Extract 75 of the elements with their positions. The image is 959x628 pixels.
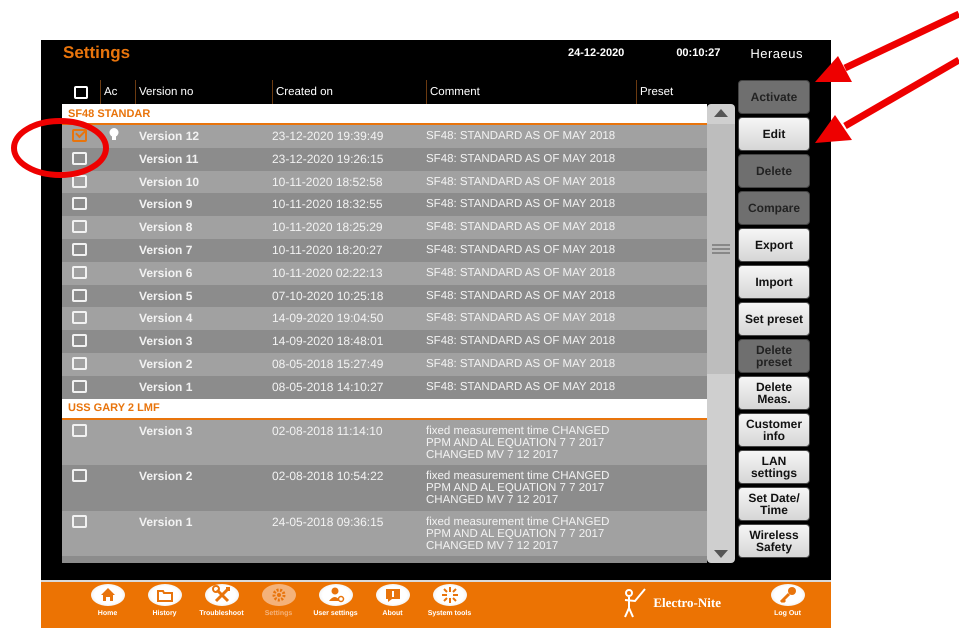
action-button[interactable]: Set Date/ Time: [738, 487, 810, 521]
comment-cell: SF48: STANDARD AS OF MAY 2018: [426, 380, 616, 393]
brand-logo: Heraeus: [750, 46, 803, 60]
date-cell: 24-05-2018 09:36:15: [272, 514, 384, 529]
version-cell: Version 11: [139, 152, 198, 166]
group-header: SF48 STANDAR: [62, 104, 707, 125]
version-cell: Version 9: [139, 197, 192, 212]
comment-cell: SF48: STANDARD AS OF MAY 2018: [426, 176, 616, 188]
action-button[interactable]: Customer info: [738, 413, 810, 447]
date-cell: 02-08-2018 11:14:10: [272, 424, 383, 438]
date-cell: 23-12-2020 19:26:15: [272, 152, 384, 166]
column-header[interactable]: Preset: [640, 86, 674, 98]
comment-cell: SF48: STANDARD AS OF MAY 2018: [426, 130, 616, 142]
date-cell: 02-08-2018 10:54:22: [272, 469, 384, 484]
version-cell: Version 1: [139, 380, 192, 394]
column-header[interactable]: Created on: [276, 86, 333, 98]
version-cell: Version 2: [139, 356, 192, 371]
version-cell: Version 5: [139, 288, 192, 303]
group-header: USS GARY 2 LMF: [62, 398, 707, 420]
action-button[interactable]: Edit: [738, 117, 810, 151]
version-cell: Version 6: [139, 266, 192, 280]
date-cell: 10-11-2020 18:32:55: [272, 197, 383, 212]
comment-cell: fixed measurement time CHANGED PPM AND AL EQUATION 7 7 2017 CHANGED MV 7 12 2017: [426, 516, 610, 552]
version-row[interactable]: Version 6 10-11-2020 02:22:13 SF48: STANDARD AS OF MAY 2018: [62, 262, 707, 285]
comment-cell: SF48: STANDARD AS OF MAY 2018: [426, 290, 616, 302]
version-cell: Version 8: [139, 220, 192, 234]
version-cell: Version 2: [139, 469, 192, 484]
version-cell: Version 4: [139, 311, 192, 326]
date-cell: 08-05-2018 14:10:27: [272, 380, 384, 394]
version-cell: Version 1: [139, 514, 192, 529]
date-text: 24-12-2020: [568, 47, 624, 59]
date-cell: 14-09-2020 19:04:50: [272, 311, 384, 326]
version-row[interactable]: Version 8 10-11-2020 18:25:29 SF48: STANDARD AS OF MAY 2018: [62, 216, 707, 239]
date-cell: 10-11-2020 18:20:27: [272, 242, 383, 257]
column-header[interactable]: Version no: [139, 86, 194, 98]
comment-cell: SF48: STANDARD AS OF MAY 2018: [426, 266, 616, 279]
version-row[interactable]: Version 5 07-10-2020 10:25:18 SF48: STANDARD AS OF MAY 2018: [62, 284, 707, 308]
comment-cell: fixed measurement time CHANGED PPM AND AL EQUATION 7 7 2017 CHANGED MV 7 12 2017: [426, 424, 610, 461]
date-cell: 07-10-2020 10:25:18: [272, 288, 384, 303]
comment-cell: fixed measurement time CHANGED PPM AND AL EQUATION 7 7 2017 CHANGED MV 7 12 2017: [426, 470, 610, 506]
version-cell: Version 3: [139, 334, 192, 348]
action-button[interactable]: LAN settings: [738, 450, 810, 484]
action-button[interactable]: Export: [738, 228, 810, 262]
version-row[interactable]: Version 2 08-05-2018 15:27:49 SF48: STANDARD AS OF MAY 2018: [62, 352, 707, 376]
version-row[interactable]: Version 1 24-05-2018 09:36:15 fixed measurement time CHANGED PPM AND AL EQUATION 7 7 2017 CHANGED MV 7 12 2017: [62, 510, 707, 556]
date-cell: 10-11-2020 02:22:13: [272, 266, 383, 280]
comment-cell: SF48: STANDARD AS OF MAY 2018: [426, 335, 616, 348]
column-header[interactable]: Comment: [430, 86, 480, 98]
action-button[interactable]: Delete Meas.: [738, 376, 810, 410]
version-row[interactable]: Version 12 23-12-2020 19:39:49 SF48: STANDARD AS OF MAY 2018: [62, 125, 707, 148]
action-button[interactable]: Set preset: [738, 302, 810, 336]
comment-cell: SF48: STANDARD AS OF MAY 2018: [426, 244, 616, 256]
comment-cell: SF48: STANDARD AS OF MAY 2018: [426, 198, 616, 210]
version-row[interactable]: Version 10 10-11-2020 18:52:58 SF48: STANDARD AS OF MAY 2018: [62, 170, 707, 194]
action-button[interactable]: Wireless Safety: [738, 524, 810, 558]
time-text: 00:10:27: [676, 47, 720, 59]
page-title: Settings: [63, 43, 132, 63]
version-cell: Version 12: [139, 129, 200, 143]
column-header[interactable]: Ac: [104, 86, 118, 98]
brand-logo: Electro-Nite: [653, 595, 721, 611]
date-cell: 10-11-2020 18:52:58: [272, 174, 383, 189]
date-cell: 10-11-2020 18:25:29: [272, 220, 383, 234]
date-cell: 08-05-2018 15:27:49: [272, 356, 384, 371]
action-button[interactable]: Import: [738, 265, 810, 299]
version-cell: Version 10: [139, 174, 200, 189]
comment-cell: SF48: STANDARD AS OF MAY 2018: [426, 358, 616, 370]
date-cell: 23-12-2020 19:39:49: [272, 129, 384, 143]
version-cell: Version 7: [139, 242, 192, 257]
version-row[interactable]: Version 4 14-09-2020 19:04:50 SF48: STANDARD AS OF MAY 2018: [62, 307, 707, 330]
comment-cell: SF48: STANDARD AS OF MAY 2018: [426, 221, 616, 234]
comment-cell: SF48: STANDARD AS OF MAY 2018: [426, 152, 616, 165]
comment-cell: SF48: STANDARD AS OF MAY 2018: [426, 312, 616, 324]
version-row[interactable]: Version 3 02-08-2018 11:14:10 fixed measurement time CHANGED PPM AND AL EQUATION 7 7 2017 CHANGED MV 7 12 2017: [62, 420, 707, 466]
version-cell: Version 3: [139, 424, 192, 438]
date-cell: 14-09-2020 18:48:01: [272, 334, 384, 348]
